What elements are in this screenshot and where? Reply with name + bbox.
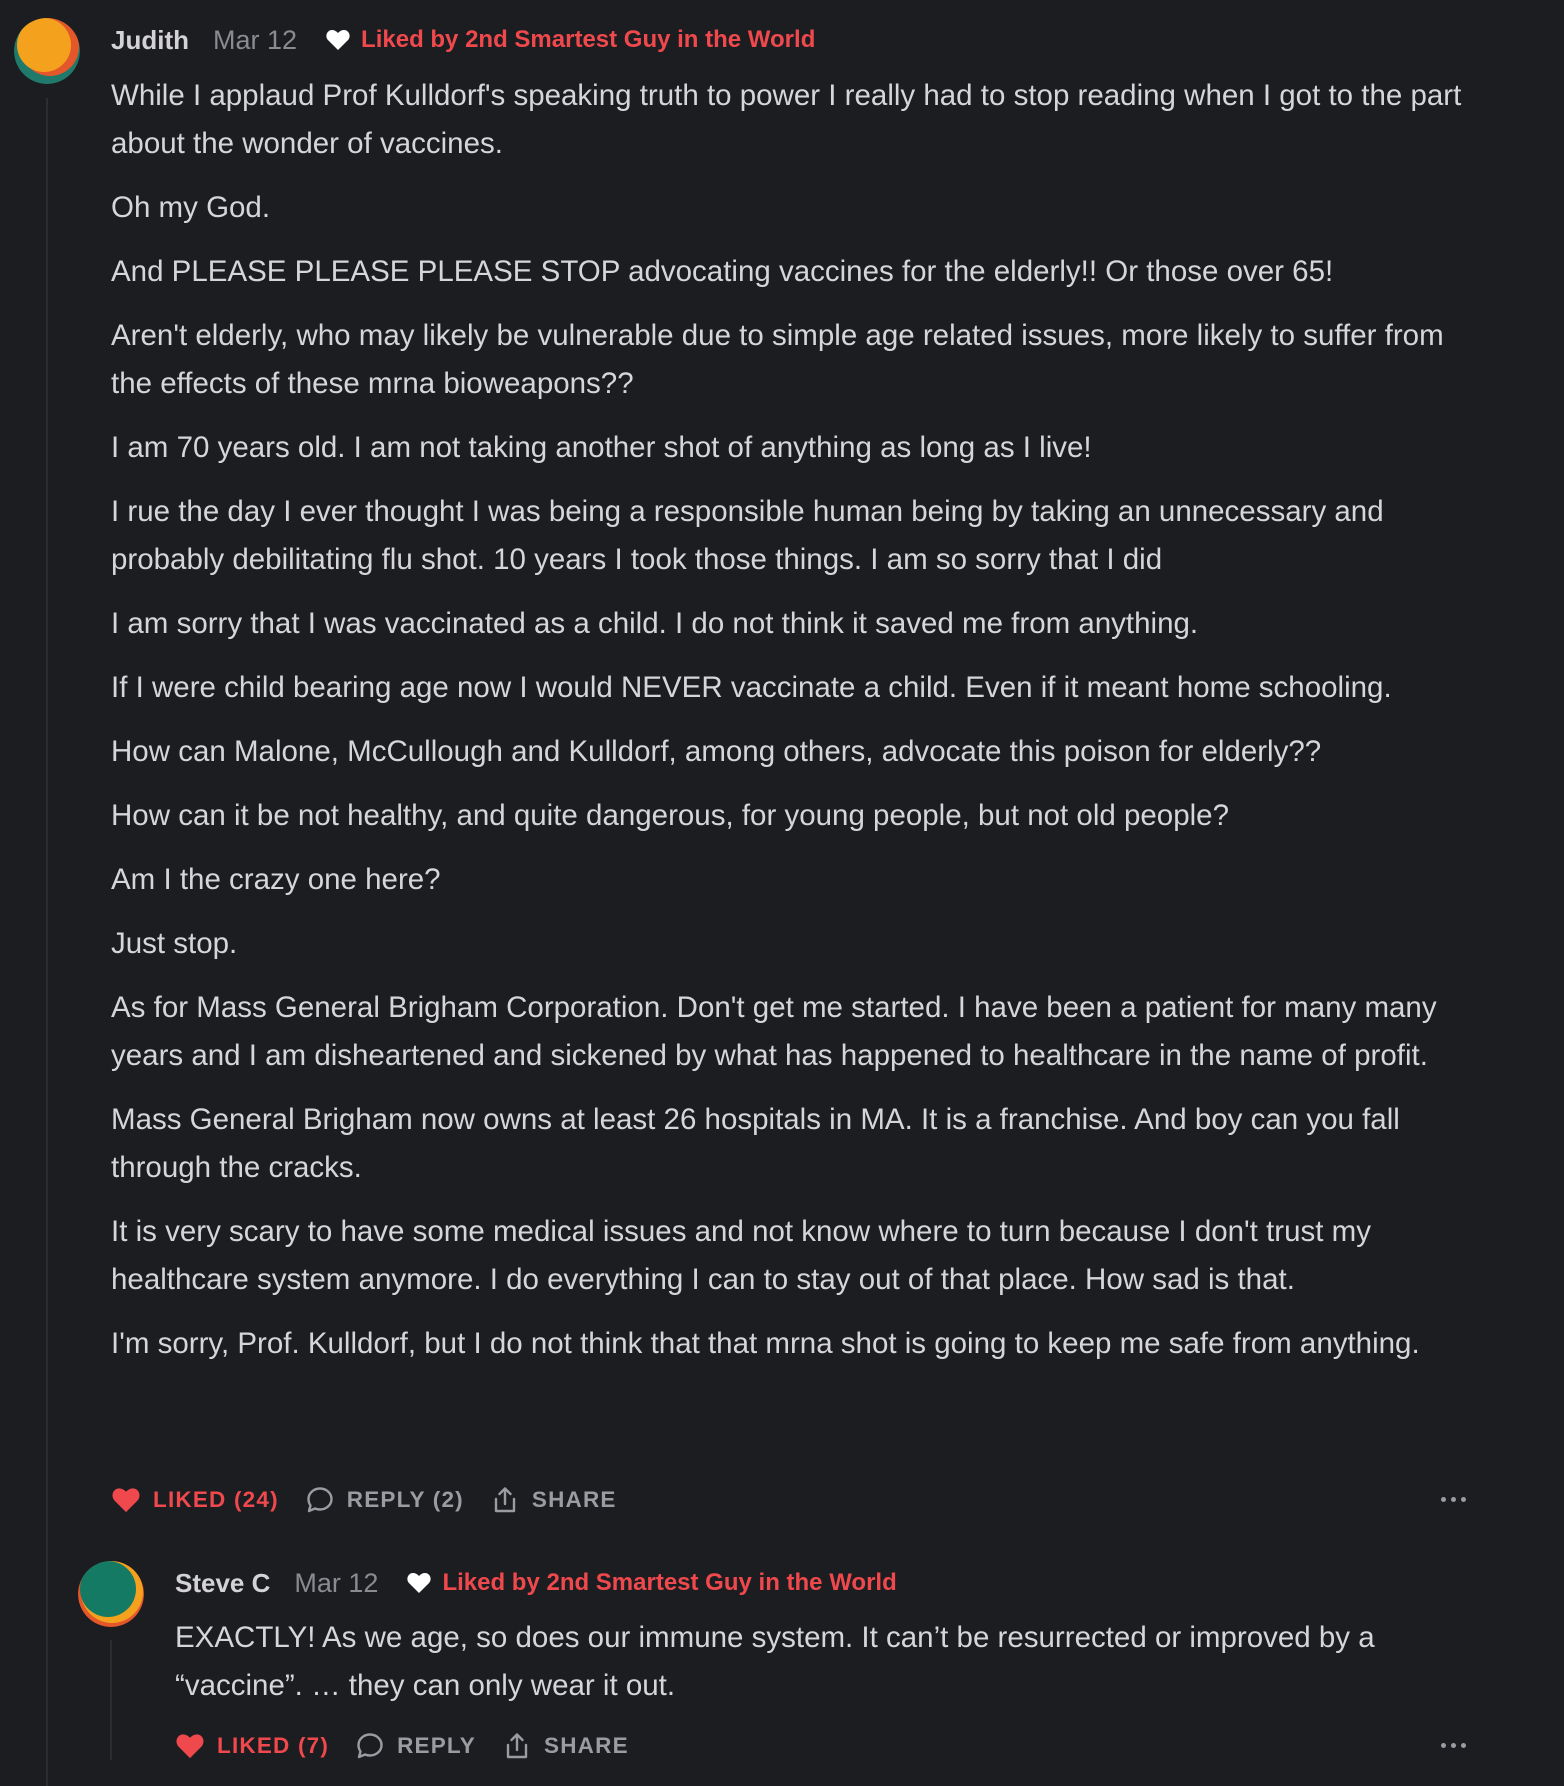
comment-header: Judith Mar 12 Liked by 2nd Smartest Guy … [111,18,815,62]
reply-label: REPLY (2) [346,1487,464,1512]
liked-by-text: Liked by 2nd Smartest Guy in the World [361,26,816,53]
comment-paragraph: And PLEASE PLEASE PLEASE STOP advocating… [111,255,1334,288]
comment-paragraph: How can Malone, McCullough and Kulldorf,… [111,735,1322,768]
comment-actions: LIKED (24) REPLY (2) SHARE [111,1480,643,1520]
liked-by-text: Liked by 2nd Smartest Guy in the World [442,1569,897,1596]
comment-bubble-icon [357,1733,383,1759]
heart-icon [407,1573,432,1593]
heart-icon [112,1488,140,1513]
comment-paragraph: Am I the crazy one here? [111,863,441,896]
comment-paragraph: How can it be not healthy, and quite dan… [111,799,1229,832]
share-label: SHARE [531,1487,617,1512]
share-icon [494,1487,516,1513]
comment-paragraph: I rue the day I ever thought I was being… [111,495,1384,576]
liked-by-badge: Liked by 2nd Smartest Guy in the World [406,1569,897,1597]
comment-date[interactable]: Mar 12 [294,1568,378,1599]
comment-paragraph: I am sorry that I was vaccinated as a ch… [111,607,1199,640]
share-button[interactable]: SHARE [490,1485,617,1515]
like-label: LIKED (24) [153,1487,279,1512]
author-name[interactable]: Steve C [175,1568,270,1599]
reply-button[interactable]: REPLY (2) [305,1485,464,1515]
avatar[interactable] [14,18,80,84]
author-name[interactable]: Judith [111,25,189,56]
comment-paragraph: Mass General Brigham now owns at least 2… [111,1103,1400,1184]
thread-line-reply [110,1640,112,1760]
reply-label: REPLY [397,1733,477,1758]
like-button[interactable]: LIKED (7) [175,1732,329,1760]
share-label: SHARE [544,1733,629,1758]
comment-paragraph: While I applaud Prof Kulldorf's speaking… [111,79,1462,160]
like-button[interactable]: LIKED (24) [111,1486,279,1514]
liked-by-badge: Liked by 2nd Smartest Guy in the World [325,26,815,54]
comment-paragraph: Oh my God. [111,191,271,224]
comment-date[interactable]: Mar 12 [213,25,297,56]
heart-icon [176,1734,204,1759]
reply-button[interactable]: REPLY [355,1731,476,1761]
comment-actions: LIKED (7) REPLY SHARE [175,1726,655,1766]
share-icon [506,1733,528,1759]
heart-icon [326,30,350,50]
thread-line-main [46,98,48,1786]
comment-paragraph: EXACTLY! As we age, so does our immune s… [175,1621,1375,1702]
comment-bubble-icon [307,1487,333,1513]
comment-header: Steve C Mar 12 Liked by 2nd Smartest Guy… [175,1561,897,1605]
share-button[interactable]: SHARE [502,1731,629,1761]
comment-body: EXACTLY! As we age, so does our immune s… [175,1614,1475,1726]
comment-paragraph: I am 70 years old. I am not taking anoth… [111,431,1092,464]
like-label: LIKED (7) [217,1733,330,1758]
comment-paragraph: I'm sorry, Prof. Kulldorf, but I do not … [111,1327,1420,1360]
avatar[interactable] [78,1561,144,1627]
comment-paragraph: As for Mass General Brigham Corporation.… [111,991,1437,1072]
comment-body: While I applaud Prof Kulldorf's speaking… [111,72,1481,1384]
more-dots-icon[interactable] [1441,1743,1466,1748]
comment-paragraph: If I were child bearing age now I would … [111,671,1392,704]
comment-paragraph: Aren't elderly, who may likely be vulner… [111,319,1444,400]
more-dots-icon[interactable] [1441,1497,1466,1502]
comment-paragraph: It is very scary to have some medical is… [111,1215,1371,1296]
comment-paragraph: Just stop. [111,927,238,960]
